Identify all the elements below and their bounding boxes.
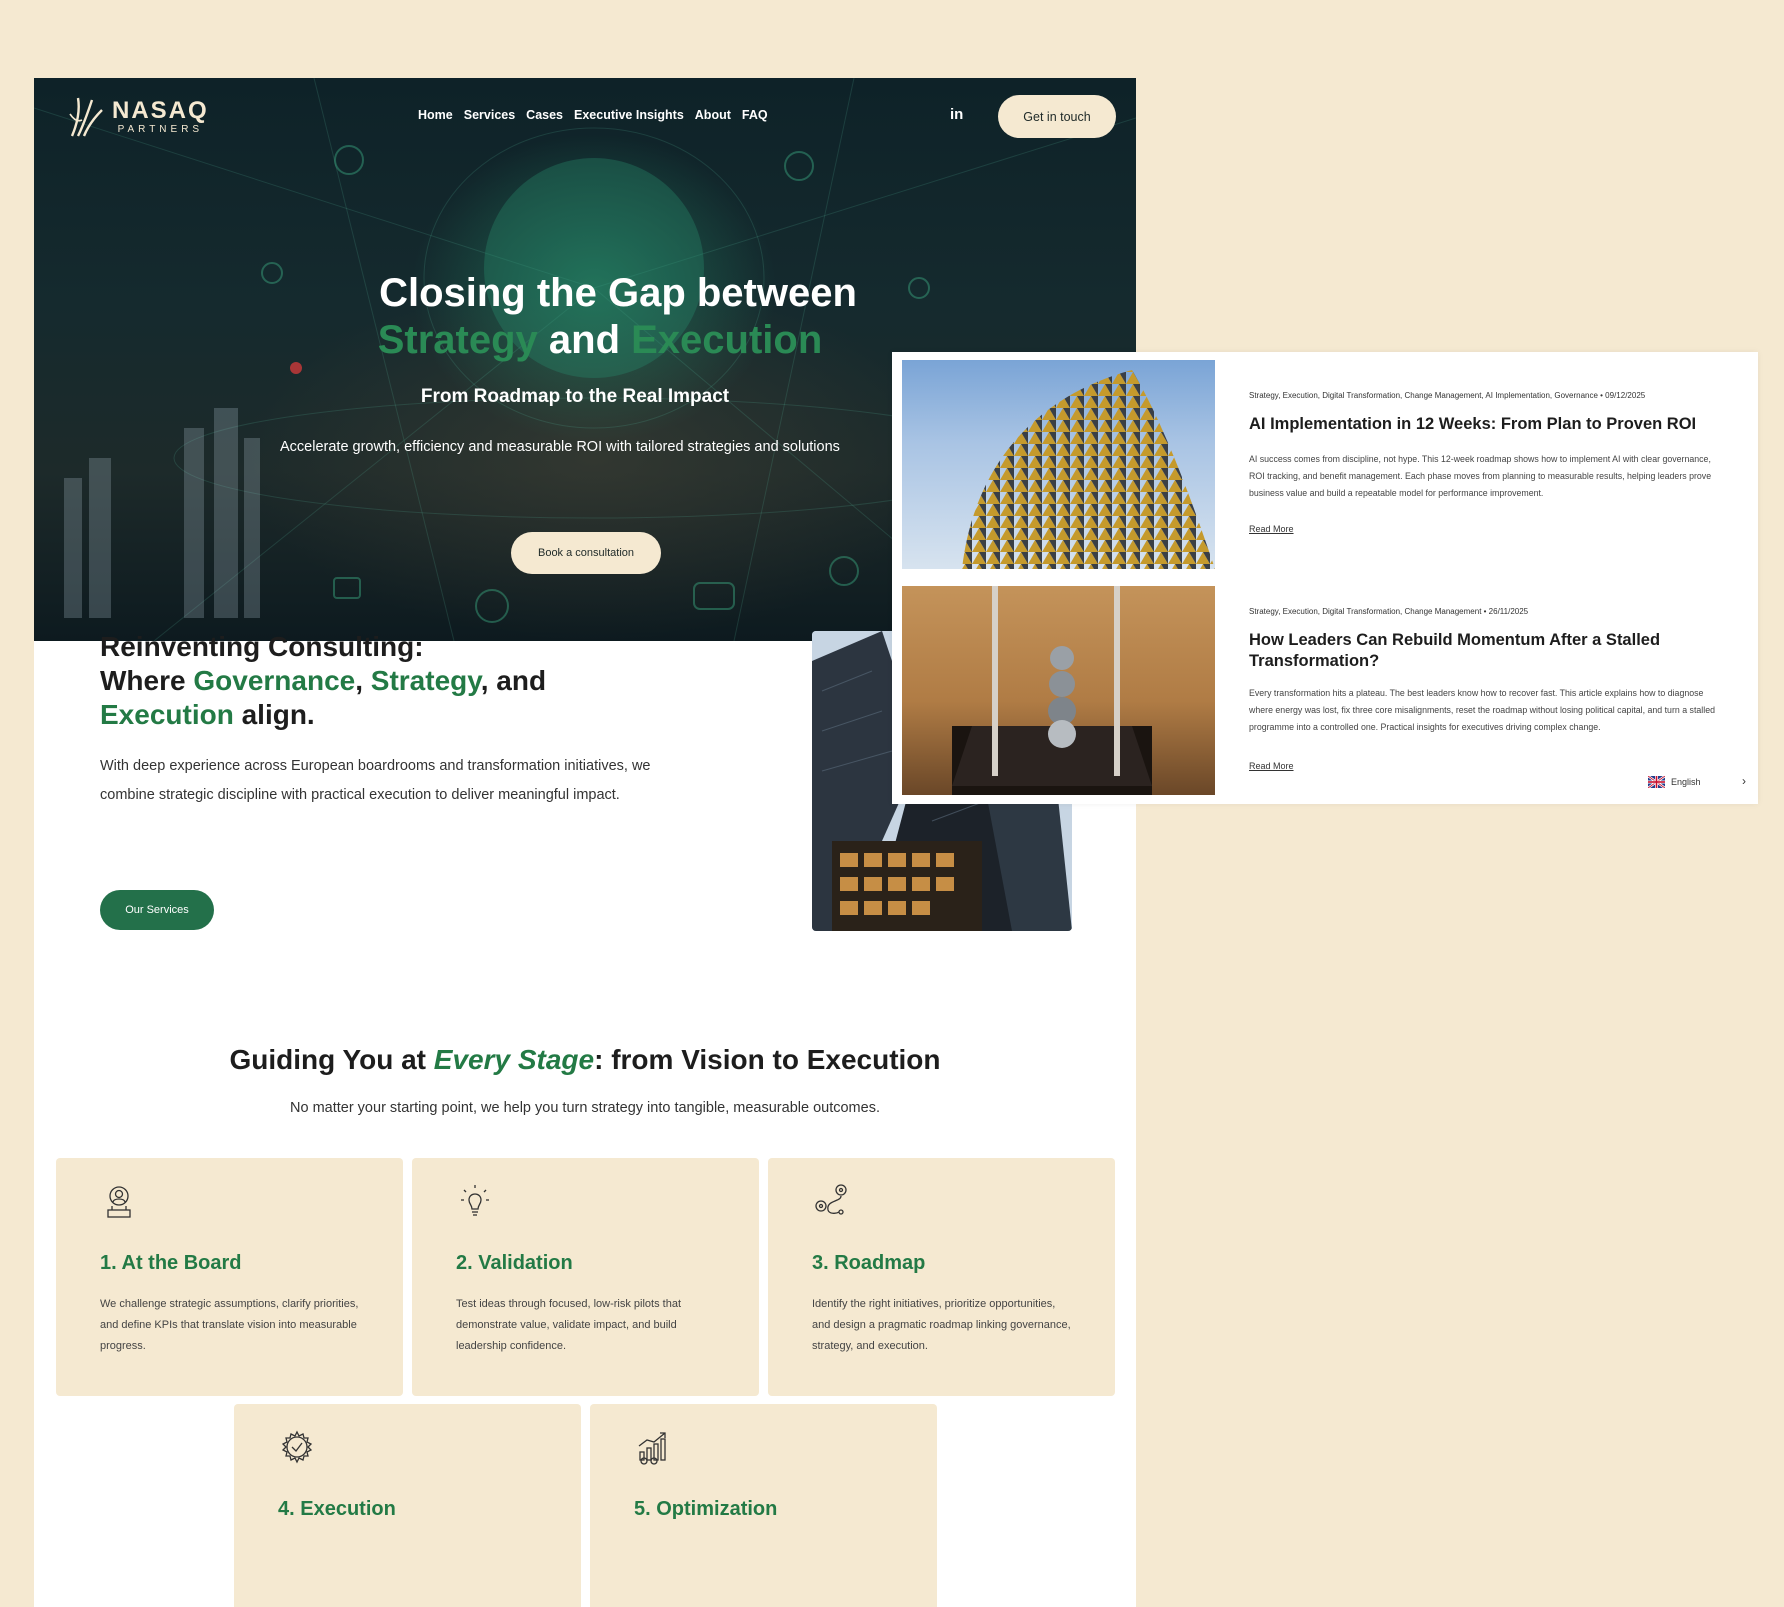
- nav-services[interactable]: Services: [464, 108, 515, 122]
- about-title-strategy: Strategy: [370, 665, 481, 696]
- guide-title: Guiding You at Every Stage: from Vision …: [34, 1044, 1136, 1076]
- lightbulb-icon: [461, 1185, 489, 1216]
- stage-card-title: 2. Validation: [456, 1252, 573, 1274]
- nav-about[interactable]: About: [695, 108, 731, 122]
- about-title-execution: Execution: [100, 699, 234, 730]
- main-page: NASAQ PARTNERS Home Services Cases Execu…: [34, 78, 1136, 1607]
- language-label: English: [1671, 777, 1701, 787]
- article-excerpt: Every transformation hits a plateau. The…: [1249, 688, 1715, 732]
- logo-name: NASAQ: [112, 97, 209, 124]
- brand-logo[interactable]: NASAQ PARTNERS: [64, 92, 209, 142]
- stage-card-execution: 4. Execution: [234, 1404, 581, 1607]
- about-title-line1: Reinventing Consulting:: [100, 631, 424, 662]
- logo-sub: PARTNERS: [117, 124, 204, 135]
- stage-card-optimization: 5. Optimization: [590, 1404, 937, 1607]
- article-image-building[interactable]: [902, 360, 1215, 569]
- article-meta: Strategy, Execution, Digital Transformat…: [1249, 607, 1529, 616]
- stage-card-title: 3. Roadmap: [812, 1252, 926, 1274]
- about-title-align: align.: [233, 699, 315, 730]
- roadmap-icon: [815, 1184, 847, 1215]
- hero-title-execution: Execution: [631, 318, 823, 362]
- guide-title-c: : from Vision to Execution: [594, 1044, 941, 1075]
- article-title[interactable]: AI Implementation in 12 Weeks: From Plan…: [1249, 414, 1719, 435]
- about-title-and: , and: [480, 665, 547, 696]
- hero-subtitle-text: From Roadmap to the Real Impact: [420, 386, 730, 407]
- read-more-link[interactable]: Read More: [1249, 524, 1294, 534]
- about-title-where: Where: [100, 665, 194, 696]
- get-in-touch-button[interactable]: Get in touch: [998, 95, 1116, 138]
- hero-title-and: and: [537, 318, 632, 362]
- nav-links: Home Services Cases Executive Insights A…: [418, 108, 768, 122]
- logo-wordmark: NASAQ PARTNERS: [112, 99, 209, 135]
- growth-chart-icon: [638, 1432, 666, 1465]
- about-description: With deep experience across European boa…: [100, 758, 651, 803]
- article-meta: Strategy, Execution, Digital Transformat…: [1249, 391, 1646, 400]
- logo-leaf-icon: [69, 97, 103, 137]
- article-title[interactable]: How Leaders Can Rebuild Momentum After a…: [1249, 630, 1719, 672]
- top-nav: NASAQ PARTNERS Home Services Cases Execu…: [34, 78, 1136, 154]
- article-image-newtons-cradle[interactable]: [902, 586, 1215, 795]
- read-more-link[interactable]: Read More: [1249, 761, 1294, 771]
- nav-faq[interactable]: FAQ: [742, 108, 768, 122]
- chevron-right-icon[interactable]: ›: [1742, 774, 1746, 788]
- language-selector[interactable]: English: [1648, 776, 1701, 788]
- about-title-governance: Governance: [193, 665, 356, 696]
- nav-cases[interactable]: Cases: [526, 108, 563, 122]
- nav-home[interactable]: Home: [418, 108, 453, 122]
- stage-card-validation: 2. Validation Test ideas through focused…: [412, 1158, 759, 1396]
- gear-check-icon: [281, 1430, 313, 1464]
- our-services-button[interactable]: Our Services: [100, 890, 214, 930]
- newtons-cradle-illustration: [952, 586, 1152, 795]
- hero-title-strategy: Strategy: [377, 318, 538, 362]
- insights-article-panel: Strategy, Execution, Digital Transformat…: [892, 352, 1758, 804]
- article-excerpt: AI success comes from discipline, not hy…: [1249, 454, 1712, 498]
- stage-card-text: We challenge strategic assumptions, clar…: [100, 1298, 359, 1352]
- stage-card-title: 5. Optimization: [634, 1498, 778, 1520]
- hero-description: Accelerate growth, efficiency and measur…: [280, 439, 840, 455]
- board-icon: [107, 1186, 131, 1218]
- stage-card-title: 1. At the Board: [100, 1252, 242, 1274]
- about-title-comma: ,: [355, 665, 371, 696]
- guide-title-every-stage: Every Stage: [433, 1044, 595, 1075]
- book-consultation-button[interactable]: Book a consultation: [511, 532, 661, 574]
- stage-card-roadmap: 3. Roadmap Identify the right initiative…: [768, 1158, 1115, 1396]
- guide-title-a: Guiding You at: [229, 1044, 434, 1075]
- stage-card-board: 1. At the Board We challenge strategic a…: [56, 1158, 403, 1396]
- stage-card-text: Identify the right initiatives, prioriti…: [812, 1298, 1071, 1352]
- hero-title-line1: Closing the Gap between: [379, 271, 857, 315]
- building-facade-illustration: [962, 370, 1215, 569]
- stage-card-title: 4. Execution: [278, 1498, 396, 1520]
- linkedin-icon[interactable]: in: [950, 106, 963, 123]
- guide-subtitle: No matter your starting point, we help y…: [290, 1100, 880, 1116]
- stage-card-text: Test ideas through focused, low-risk pil…: [456, 1298, 682, 1352]
- about-title: Reinventing Consulting: Where Governance…: [100, 630, 546, 732]
- uk-flag-icon: [1648, 776, 1665, 788]
- nav-executive-insights[interactable]: Executive Insights: [574, 108, 684, 122]
